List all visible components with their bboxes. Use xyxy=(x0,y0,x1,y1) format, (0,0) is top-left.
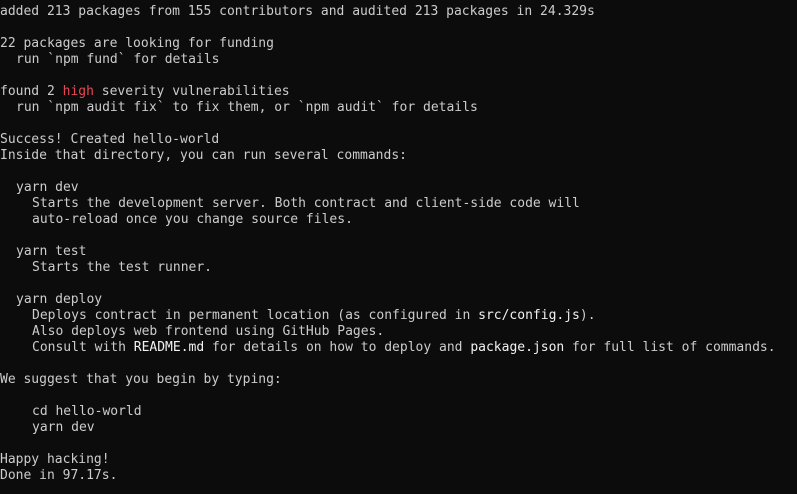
funding-line: 22 packages are looking for funding xyxy=(0,36,274,51)
suggested-command-cd: cd hello-world xyxy=(32,404,142,419)
config-file-name: src/config.js xyxy=(478,308,580,323)
severity-label: high xyxy=(62,84,94,99)
deploy-desc-3-middle: for details on how to deploy and xyxy=(204,340,471,355)
deploy-desc-1-prefix: Deploys contract in permanent location (… xyxy=(32,308,479,323)
audit-hint-line: run `npm audit fix` to fix them, or `npm… xyxy=(16,100,478,115)
command-yarn-dev: yarn dev xyxy=(16,180,79,195)
deploy-desc-1-suffix: ). xyxy=(579,308,596,323)
success-line: Success! Created hello-world xyxy=(0,132,220,147)
yarn-dev-description-2: auto-reload once you change source files… xyxy=(32,212,353,227)
install-summary-line: added 213 packages from 155 contributors… xyxy=(0,4,595,19)
yarn-test-description: Starts the test runner. xyxy=(32,260,213,275)
funding-hint-line: run `npm fund` for details xyxy=(16,52,220,67)
happy-hacking-line: Happy hacking! xyxy=(0,452,110,467)
yarn-deploy-description-3: Consult with README.md for details on ho… xyxy=(0,340,797,356)
readme-file-name: README.md xyxy=(133,340,205,355)
suggested-command-yarn-dev: yarn dev xyxy=(32,420,95,435)
deploy-desc-3-prefix: Consult with xyxy=(32,340,134,355)
package-json-file-name: package.json xyxy=(470,340,565,355)
yarn-dev-description-1: Starts the development server. Both cont… xyxy=(32,196,580,211)
command-yarn-test: yarn test xyxy=(16,244,87,259)
suggest-line: We suggest that you begin by typing: xyxy=(0,372,282,387)
deploy-desc-3-suffix: for full list of commands. xyxy=(564,340,776,355)
inside-directory-line: Inside that directory, you can run sever… xyxy=(0,148,407,163)
vulnerability-suffix: severity vulnerabilities xyxy=(93,84,290,99)
vulnerability-prefix: found 2 xyxy=(0,84,63,99)
vulnerability-line: found 2 high severity vulnerabilities xyxy=(0,84,797,100)
yarn-deploy-description-1: Deploys contract in permanent location (… xyxy=(0,308,797,324)
command-yarn-deploy: yarn deploy xyxy=(16,292,103,307)
terminal-output[interactable]: added 213 packages from 155 contributors… xyxy=(0,4,797,494)
yarn-deploy-description-2: Also deploys web frontend using GitHub P… xyxy=(32,324,385,339)
done-line: Done in 97.17s. xyxy=(0,468,118,483)
